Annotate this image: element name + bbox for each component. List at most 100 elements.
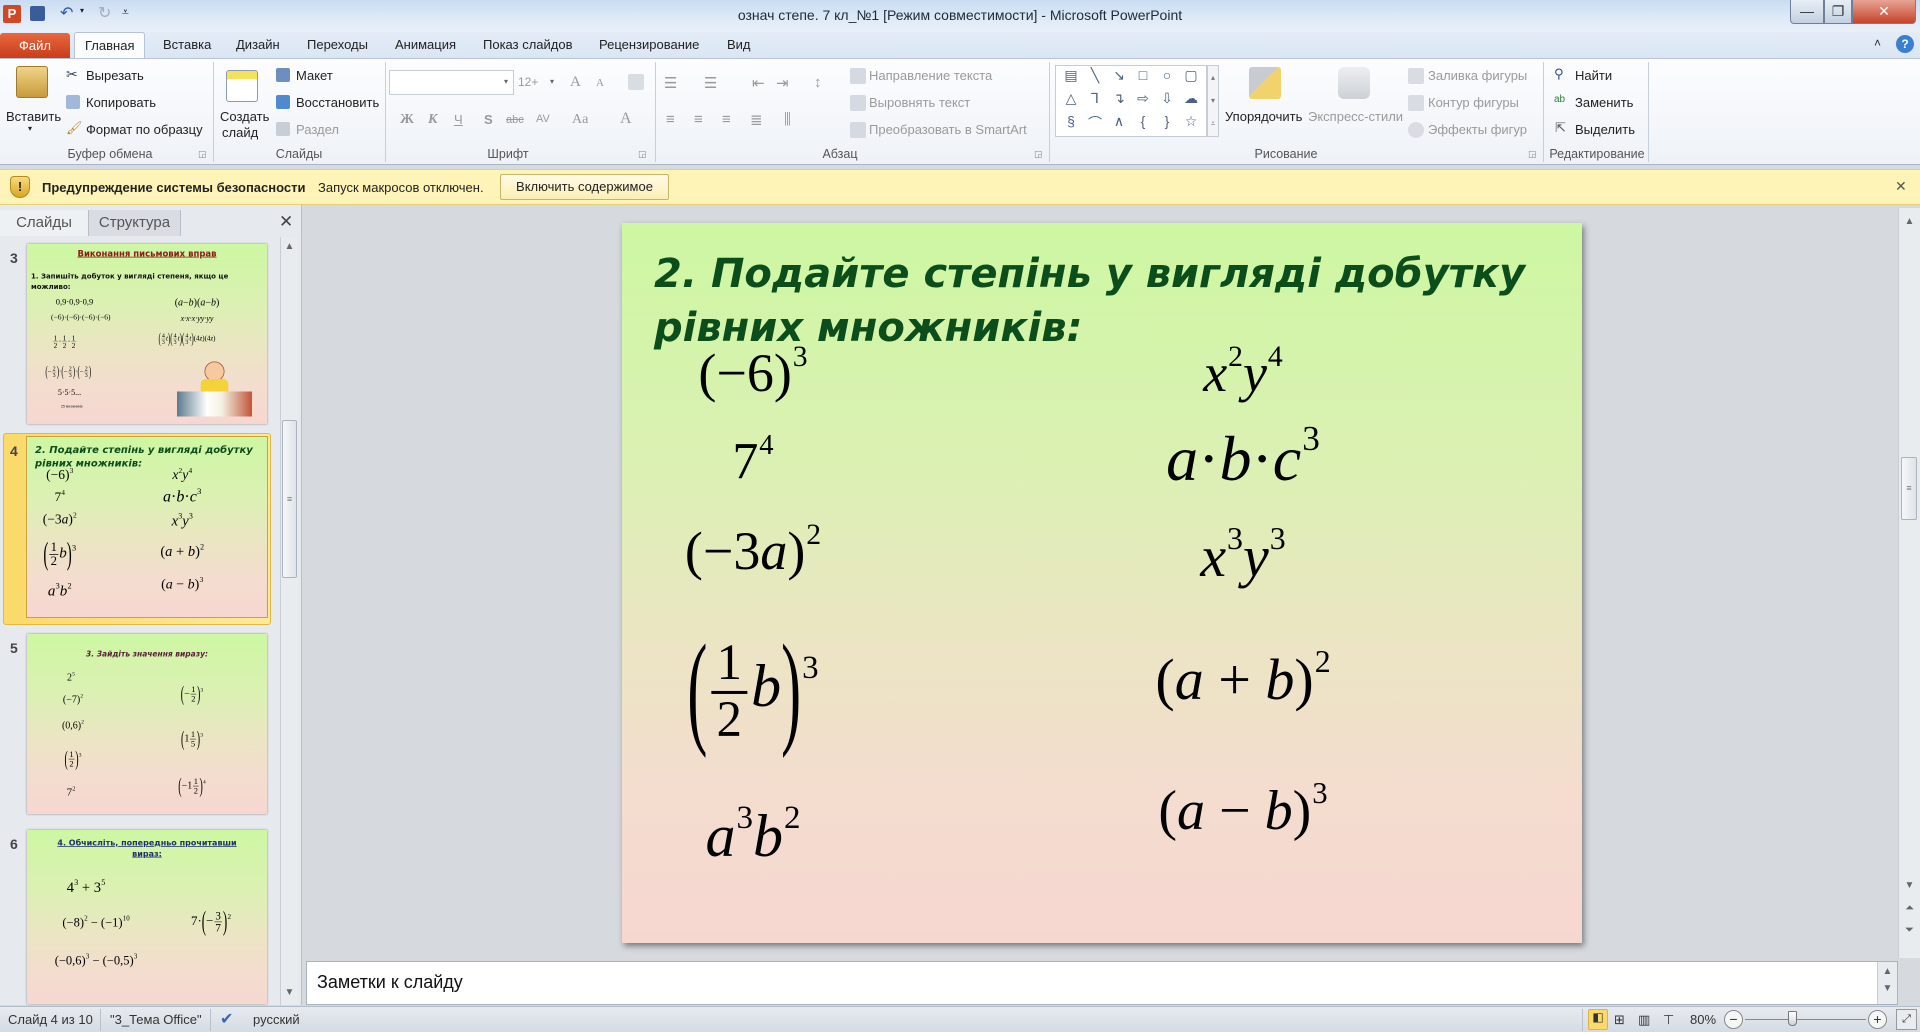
paste-dropdown-icon[interactable]: ▾ — [28, 124, 32, 133]
tab-insert[interactable]: Вставка — [153, 32, 221, 58]
reset-button[interactable]: Восстановить — [296, 95, 379, 110]
layout-button[interactable]: Макет — [296, 68, 333, 83]
shapes-gallery-scroll[interactable]: ▴ ▾ ⩡ — [1207, 65, 1219, 137]
slide-thumbnail[interactable]: 4. Обчисліть, попередньо прочитавши вира… — [27, 830, 267, 1004]
tab-slides[interactable]: Слайды — [0, 210, 89, 236]
notes-placeholder[interactable]: Заметки к слайду — [317, 972, 463, 993]
slide-scrollbar[interactable]: ▲ ≡ ▼ ⏶ ⏷ — [1898, 208, 1920, 958]
bullets-icon[interactable]: ☰ — [664, 74, 677, 92]
arrange-button[interactable]: Упорядочить — [1225, 109, 1302, 124]
shadow-button[interactable]: S — [484, 112, 493, 127]
columns-icon[interactable]: ⫼ — [784, 111, 791, 128]
shape-option[interactable]: ╲ — [1083, 67, 1107, 90]
character-spacing-button[interactable]: AV — [536, 113, 550, 125]
shape-option[interactable]: } — [1155, 113, 1179, 136]
tab-design[interactable]: Дизайн — [226, 32, 290, 58]
copy-button[interactable]: Копировать — [86, 95, 156, 110]
shape-option[interactable]: ⅂ — [1083, 90, 1107, 113]
tab-home[interactable]: Главная — [74, 32, 146, 58]
help-icon[interactable]: ? — [1896, 35, 1914, 53]
shape-option[interactable]: ↘ — [1107, 67, 1131, 90]
shape-option[interactable]: ⇩ — [1155, 90, 1179, 113]
text-direction-button[interactable]: Направление текста — [869, 68, 992, 83]
zoom-slider-handle[interactable] — [1788, 1011, 1798, 1026]
align-right-icon[interactable]: ≡ — [722, 111, 731, 128]
notes-scrollbar[interactable]: ▲ ▼ — [1877, 962, 1897, 1004]
replace-button[interactable]: Заменить — [1575, 95, 1633, 110]
shape-option[interactable]: ↴ — [1107, 90, 1131, 113]
spellcheck-icon[interactable]: ✔ — [220, 1009, 233, 1029]
scroll-up-icon[interactable]: ▲ — [281, 241, 298, 252]
new-slide-button-line2[interactable]: слайд — [222, 125, 258, 140]
scroll-down-icon[interactable]: ▼ — [1878, 983, 1897, 994]
align-center-icon[interactable]: ≡ — [694, 111, 703, 128]
italic-button[interactable]: К — [428, 112, 438, 128]
select-button[interactable]: Выделить — [1575, 122, 1635, 137]
increase-indent-icon[interactable]: ⇥ — [776, 74, 789, 92]
reading-view-button[interactable]: ▥ — [1638, 1012, 1650, 1028]
font-size-input[interactable]: 12+ — [518, 75, 538, 89]
shape-fill-button[interactable]: Заливка фигуры — [1428, 68, 1527, 83]
find-button[interactable]: Найти — [1575, 68, 1612, 83]
shape-option[interactable]: □ — [1131, 67, 1155, 90]
tab-view[interactable]: Вид — [717, 32, 761, 58]
dialog-launcher-icon[interactable]: ◲ — [1034, 149, 1043, 160]
thumbnails-scrollbar[interactable]: ▲ ≡ ▼ — [280, 237, 298, 1005]
grow-font-button[interactable]: A — [570, 74, 581, 91]
align-text-button[interactable]: Выровнять текст — [869, 95, 970, 110]
new-slide-button[interactable]: Создать — [220, 109, 269, 124]
minimize-button[interactable]: — — [1790, 0, 1824, 24]
dialog-launcher-icon[interactable]: ◲ — [1528, 149, 1537, 160]
close-security-bar-button[interactable]: ✕ — [1895, 178, 1907, 195]
zoom-slider[interactable] — [1745, 1019, 1866, 1020]
tab-animation[interactable]: Анимация — [385, 32, 466, 58]
quick-styles-button[interactable]: Экспресс-стили — [1308, 109, 1403, 124]
convert-smartart-button[interactable]: Преобразовать в SmartArt — [869, 122, 1027, 137]
clear-formatting-icon[interactable] — [628, 74, 644, 90]
paste-icon[interactable] — [16, 66, 48, 98]
slide-thumbnail[interactable]: 2. Подайте степінь у вигляді добутку рів… — [27, 437, 267, 617]
normal-view-button[interactable]: ◧ — [1588, 1009, 1608, 1030]
numbering-icon[interactable]: ☰ — [704, 74, 717, 92]
shape-option[interactable]: ☁ — [1179, 90, 1203, 113]
slide-thumbnail[interactable]: 3. Зайдіть значення виразу: 25 (−7)2 (0,6)2… — [27, 634, 267, 814]
enable-content-button[interactable]: Включить содержимое — [500, 174, 669, 200]
slideshow-view-button[interactable]: ⊤ — [1663, 1012, 1674, 1028]
scroll-up-icon[interactable]: ▲ — [1878, 966, 1897, 977]
scroll-down-icon[interactable]: ▼ — [1899, 880, 1920, 891]
tab-outline[interactable]: Структура — [89, 210, 181, 236]
scroll-up-icon[interactable]: ▲ — [1899, 216, 1920, 227]
dialog-launcher-icon[interactable]: ◲ — [638, 149, 647, 160]
cut-button[interactable]: Вырезать — [86, 68, 144, 83]
tab-file[interactable]: Файл — [0, 33, 70, 58]
shape-option[interactable]: △ — [1059, 90, 1083, 113]
format-painter-button[interactable]: Формат по образцу — [86, 122, 203, 137]
shape-option[interactable]: ⌒ — [1083, 113, 1107, 136]
justify-icon[interactable]: ≣ — [750, 111, 763, 129]
align-left-icon[interactable]: ≡ — [666, 111, 675, 128]
tab-slideshow[interactable]: Показ слайдов — [473, 32, 583, 58]
paste-button[interactable]: Вставить — [6, 109, 61, 124]
next-slide-button[interactable]: ⏷ — [1899, 924, 1920, 937]
tab-review[interactable]: Рецензирование — [589, 32, 709, 58]
zoom-out-button[interactable]: − — [1724, 1010, 1743, 1029]
shape-option[interactable]: ∧ — [1107, 113, 1131, 136]
notes-pane[interactable]: Заметки к слайду ▲ ▼ — [306, 961, 1898, 1005]
slide-sorter-view-button[interactable]: ⊞ — [1614, 1012, 1625, 1028]
line-spacing-icon[interactable]: ↕ — [814, 74, 822, 91]
zoom-level[interactable]: 80% — [1690, 1012, 1716, 1027]
shape-option[interactable]: ▢ — [1179, 67, 1203, 90]
scroll-down-icon[interactable]: ▼ — [281, 987, 298, 998]
shape-effects-button[interactable]: Эффекты фигур — [1428, 122, 1527, 137]
slide-editor[interactable]: 2. Подайте степінь у вигляді добутку рів… — [622, 223, 1582, 943]
language[interactable]: русский — [253, 1012, 300, 1027]
change-case-button[interactable]: Aa — [572, 112, 588, 128]
scroll-thumb[interactable]: ≡ — [1901, 457, 1917, 520]
strikethrough-button[interactable]: abc — [506, 114, 524, 126]
slide-thumbnail[interactable]: Виконання письмових вправ 1. Запишіть доб… — [27, 244, 267, 424]
shape-option[interactable]: ○ — [1155, 67, 1179, 90]
tab-transitions[interactable]: Переходы — [297, 32, 378, 58]
dialog-launcher-icon[interactable]: ◲ — [198, 149, 207, 160]
shape-option[interactable]: { — [1131, 113, 1155, 136]
section-button[interactable]: Раздел — [296, 122, 339, 137]
